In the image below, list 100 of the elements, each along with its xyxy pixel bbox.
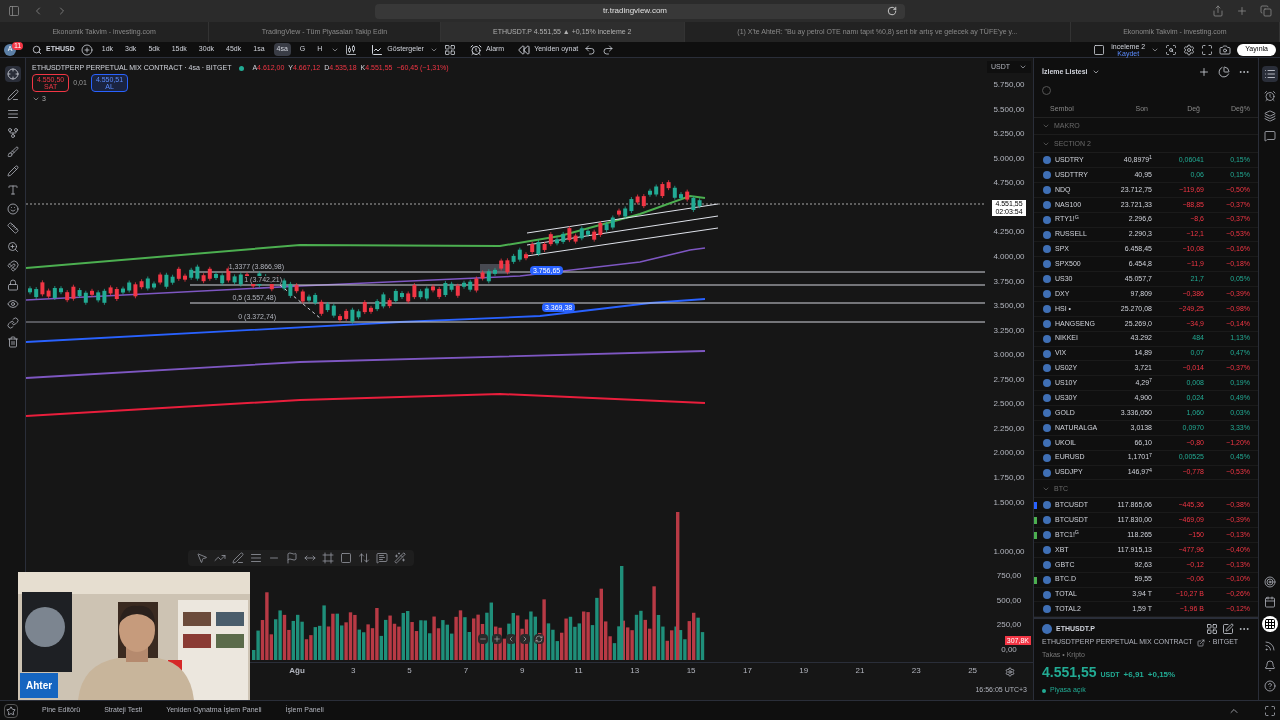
grid-icon[interactable] [1206,623,1218,636]
time-axis-label: 15 [686,665,696,677]
crosshair-button[interactable] [4,66,21,82]
magnet-icon[interactable] [6,260,19,272]
volume-axis-label: 1.000,00 [993,545,1025,558]
lock-icon[interactable] [6,279,19,291]
calendar-icon[interactable] [1263,596,1276,608]
price-axis-label: 4.750,00 [993,177,1025,190]
redo-icon[interactable] [602,43,615,56]
pie-chart-icon[interactable] [1218,65,1230,78]
price-axis-label: 2.500,00 [993,398,1025,411]
undo-icon[interactable] [584,43,597,56]
time-axis-label: 21 [855,665,865,677]
target-icon[interactable] [1263,576,1276,588]
time-axis-label: 11 [574,665,583,677]
smile-icon[interactable] [6,203,19,215]
quick-search-icon[interactable] [1165,43,1178,56]
dashed-trend-line [279,284,321,319]
chat-icon[interactable] [1263,130,1276,142]
tabs-icon[interactable] [1260,5,1272,17]
ruler-icon[interactable] [6,222,19,234]
reload-icon[interactable] [887,6,897,16]
indicator-icon [371,43,384,56]
fork-icon[interactable] [6,127,19,139]
layers-icon[interactable] [1263,110,1276,122]
details-change: +6,91 [1123,669,1144,682]
volume-axis-label: 250,00 [996,619,1022,632]
time-axis-label: 13 [630,665,640,677]
bell-icon[interactable] [1263,660,1276,672]
time-axis-label: 17 [742,665,752,677]
crosshair-icon [6,68,19,80]
volume-axis-label: 750,00 [996,570,1022,583]
webcam-name-label: Ahter [20,673,59,698]
link-icon[interactable] [6,317,19,329]
pencil-icon[interactable] [6,165,19,177]
wand-icon[interactable] [394,552,406,564]
zoom-in-icon[interactable] [6,241,19,253]
eye-icon[interactable] [6,298,19,310]
fullscreen-icon[interactable] [1201,43,1214,56]
add-icon[interactable] [1198,65,1210,78]
price-axis-label: 2.750,00 [993,373,1025,386]
text-icon[interactable] [6,184,19,196]
lines-icon[interactable] [250,552,262,564]
watchlist-button[interactable] [1261,66,1278,82]
price-axis-label: 5.250,00 [993,128,1025,141]
layout-icon[interactable] [1093,43,1106,56]
feed-icon[interactable] [1263,640,1276,652]
new-tab-icon[interactable] [1236,5,1248,17]
apps-button[interactable] [1261,616,1278,632]
time-axis-label: Ağu [289,665,305,677]
settings-icon[interactable] [1183,43,1196,56]
add-symbol-icon[interactable] [80,43,93,56]
reset-icon[interactable] [535,635,543,643]
brush-icon[interactable] [6,146,19,158]
address-field[interactable]: tr.tradingview.com [375,3,905,19]
templates-icon[interactable] [443,43,456,56]
settings-icon[interactable] [1005,667,1015,677]
price-axis-label: 2.250,00 [993,422,1025,435]
arrow-icon[interactable] [358,552,370,564]
help-icon[interactable] [1263,680,1276,692]
time-axis-label: 23 [911,665,921,677]
symbol-logo-icon [1042,624,1052,635]
star-icon [6,705,16,716]
flag-icon[interactable] [286,552,298,564]
time-axis-label: 19 [799,665,809,677]
favorite-button[interactable] [4,703,18,718]
details-price: 4.551,55 [1042,663,1097,683]
scroll-left-icon[interactable] [507,635,515,643]
maximize-icon[interactable] [1264,704,1276,717]
lines-icon[interactable] [6,108,19,120]
price-axis-label: 5.500,00 [993,103,1025,116]
cursor-icon[interactable] [196,552,208,564]
time-axis-label: 5 [407,665,412,677]
time-axis-label: 7 [463,665,469,677]
search-icon [32,44,42,55]
candles-icon[interactable] [345,43,358,56]
scroll-right-icon[interactable] [521,635,529,643]
rectangle-icon[interactable] [340,552,352,564]
sidebar-icon[interactable] [8,5,20,17]
price-axis-label: 1.750,00 [993,471,1025,484]
alarm-icon[interactable] [1263,90,1276,102]
edit-icon[interactable] [1222,623,1234,636]
list-icon [1263,68,1276,80]
price-axis-label: 4.000,00 [993,251,1025,264]
time-axis-label: 9 [519,665,525,677]
price-axis-label: 3.500,00 [993,300,1025,313]
trend-line-icon[interactable] [214,552,226,564]
time-axis-label: 3 [351,665,356,677]
price-axis-label: 4.250,00 [993,226,1025,239]
trend-line-icon[interactable] [6,89,19,101]
zoom-in-icon[interactable] [493,635,501,643]
price-axis-label: 5.000,00 [993,152,1025,165]
note-icon[interactable] [376,552,388,564]
volume-axis-label: 500,00 [996,594,1022,607]
pen-icon[interactable] [232,552,244,564]
trash-icon[interactable] [6,336,19,348]
external-link-icon[interactable] [1196,638,1205,647]
volume-axis-label: 0,00 [1001,644,1017,656]
camera-icon[interactable] [1219,43,1232,56]
share-icon[interactable] [1212,5,1224,17]
